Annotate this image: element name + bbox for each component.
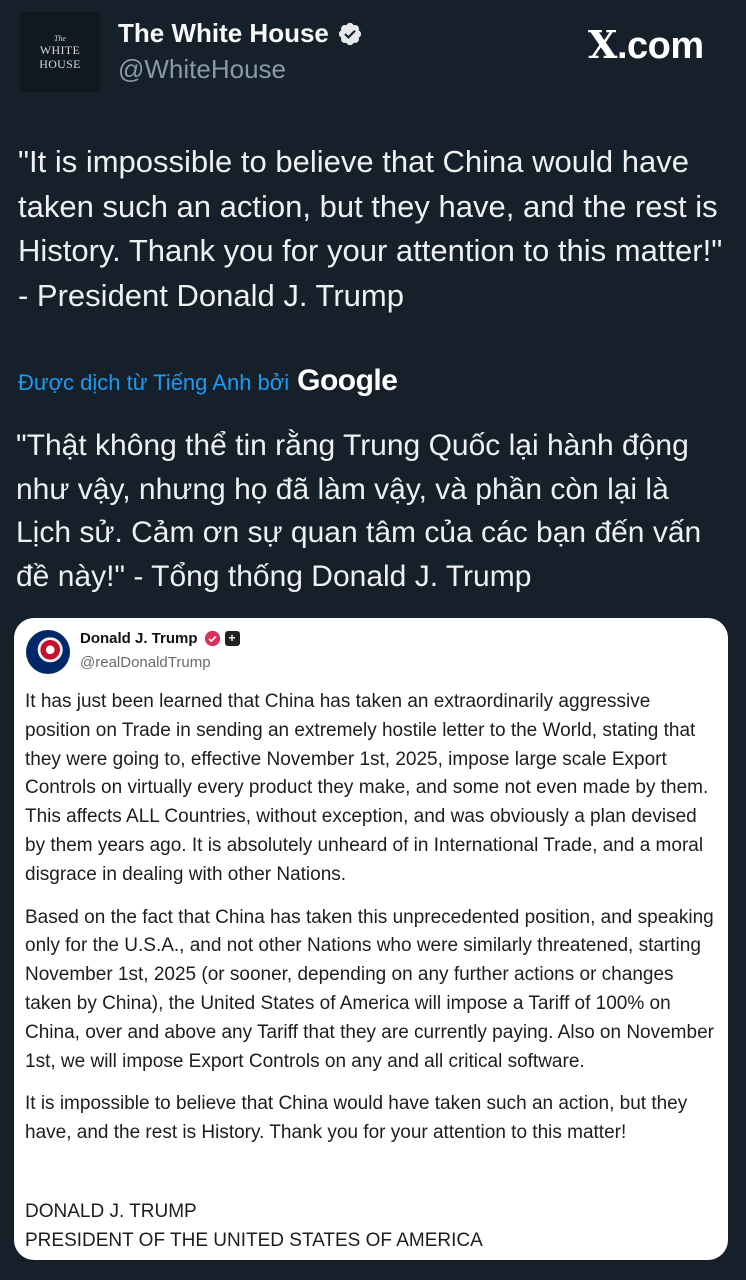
embedded-name-row: Donald J. Trump + [80, 630, 240, 647]
embedded-paragraph-3: It is impossible to believe that China w… [25, 1093, 688, 1144]
verified-badge-icon [338, 22, 362, 45]
embedded-post-body: It has just been learned that China has … [25, 688, 719, 1162]
translation-attribution[interactable]: Được dịch từ Tiếng Anh bởi Google [18, 364, 398, 398]
translation-label[interactable]: Được dịch từ Tiếng Anh bởi [18, 370, 289, 396]
author-name-row[interactable]: The White House [118, 18, 363, 49]
plus-icon: + [224, 631, 240, 646]
embedded-author-name: Donald J. Trump [80, 630, 198, 647]
x-logo-suffix: .com [616, 25, 704, 67]
white-house-avatar[interactable]: The WHITE HOUSE [20, 12, 100, 92]
avatar-line-white: WHITE [39, 42, 81, 57]
author-handle[interactable]: @WhiteHouse [118, 54, 286, 85]
embedded-signature: DONALD J. TRUMP PRESIDENT OF THE UNITED … [25, 1197, 483, 1255]
author-display-name[interactable]: The White House [118, 18, 329, 49]
translated-text: "Thật không thể tin rằng Trung Quốc lại … [16, 429, 702, 593]
embedded-author-handle: @realDonaldTrump [80, 654, 211, 671]
tweet-header: The WHITE HOUSE The White House @WhiteHo… [0, 0, 746, 110]
avatar-line-house: HOUSE [39, 56, 81, 71]
tweet-text: "It is impossible to believe that China … [18, 144, 723, 313]
signature-title: PRESIDENT OF THE UNITED STATES OF AMERIC… [25, 1230, 483, 1251]
signature-name: DONALD J. TRUMP [25, 1201, 197, 1222]
trump-avatar [26, 630, 70, 674]
avatar-line-the: The [54, 33, 66, 43]
embedded-post-image[interactable]: Donald J. Trump + @realDonaldTrump It ha… [14, 618, 728, 1260]
red-verified-icon [204, 630, 220, 647]
x-logo-mark: X [588, 22, 617, 67]
embedded-paragraph-2: Based on the fact that China has taken t… [25, 906, 714, 1072]
x-logo: X.com [588, 22, 704, 68]
google-logo: Google [297, 364, 398, 397]
embedded-paragraph-1: It has just been learned that China has … [25, 691, 709, 885]
